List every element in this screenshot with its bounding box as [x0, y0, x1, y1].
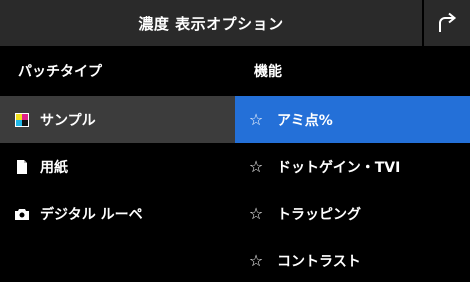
- camera-icon: [14, 206, 30, 222]
- function-label: ドットゲイン・TVI: [277, 159, 401, 176]
- function-halftone-dot[interactable]: ☆ アミ点%: [235, 96, 470, 143]
- patch-type-heading: パッチタイプ: [18, 64, 102, 80]
- function-contrast[interactable]: ☆ コントラスト: [235, 237, 470, 282]
- star-icon[interactable]: ☆: [247, 204, 265, 223]
- title-bar: 濃度 表示オプション: [0, 0, 470, 46]
- patch-type-label: 用紙: [40, 159, 68, 176]
- return-arrow-icon: [439, 12, 457, 32]
- page-title: 濃度 表示オプション: [138, 14, 284, 33]
- patch-type-sample[interactable]: サンプル: [0, 96, 235, 143]
- function-dot-gain-tvi[interactable]: ☆ ドットゲイン・TVI: [235, 143, 470, 190]
- function-list: ☆ アミ点% ☆ ドットゲイン・TVI ☆ トラッピング ☆ コントラスト: [235, 96, 470, 282]
- patch-type-list: サンプル 用紙 デジタル ルーペ: [0, 96, 235, 237]
- star-icon[interactable]: ☆: [247, 251, 265, 270]
- function-label: コントラスト: [277, 253, 361, 270]
- star-icon[interactable]: ☆: [247, 110, 265, 129]
- patch-type-label: サンプル: [40, 112, 96, 129]
- color-patch-icon: [14, 112, 30, 128]
- patch-type-digital-loupe[interactable]: デジタル ルーペ: [0, 190, 235, 237]
- function-trapping[interactable]: ☆ トラッピング: [235, 190, 470, 237]
- star-icon[interactable]: ☆: [247, 157, 265, 176]
- patch-type-paper[interactable]: 用紙: [0, 143, 235, 190]
- function-label: アミ点%: [277, 112, 333, 129]
- function-label: トラッピング: [277, 206, 361, 223]
- function-heading: 機能: [254, 64, 282, 80]
- patch-type-label: デジタル ルーペ: [40, 206, 143, 223]
- back-button[interactable]: [424, 0, 470, 46]
- document-icon: [14, 159, 30, 175]
